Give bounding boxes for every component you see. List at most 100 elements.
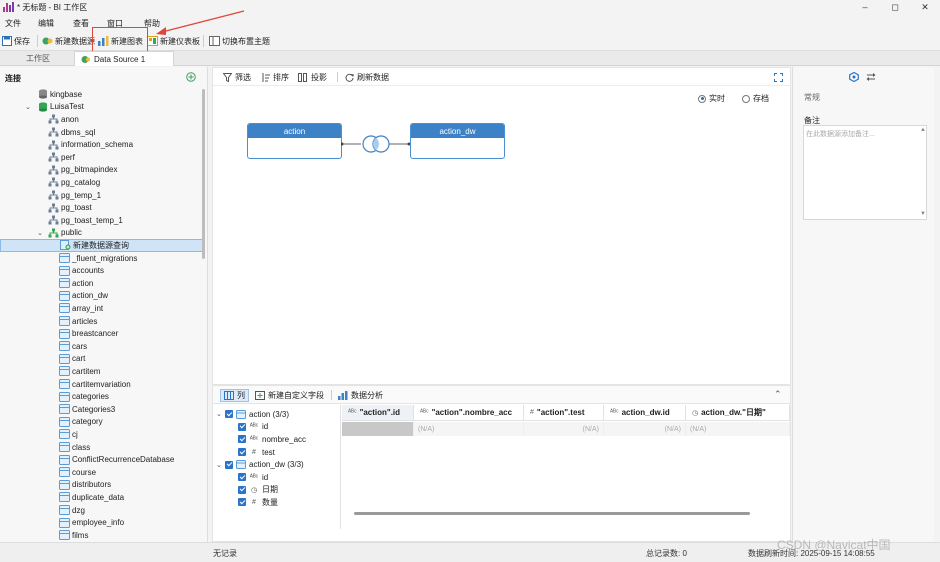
grid-horizontal-scrollbar[interactable] bbox=[354, 512, 750, 515]
connection-tree-scrollbar[interactable] bbox=[202, 89, 205, 259]
tree-item-schema[interactable]: pg_toast bbox=[0, 201, 205, 214]
swap-icon[interactable] bbox=[866, 72, 876, 82]
tree-item-schema-green[interactable]: ⌄ public bbox=[0, 227, 205, 240]
columns-tab[interactable]: 列 bbox=[220, 389, 249, 402]
tree-item-schema[interactable]: pg_bitmapindex bbox=[0, 164, 205, 177]
live-mode-radio[interactable]: 实时 bbox=[698, 93, 725, 104]
tree-item-table[interactable]: course bbox=[0, 466, 205, 479]
expand-arrow-icon[interactable]: ⌄ bbox=[36, 229, 44, 237]
notes-scroll-down-icon[interactable]: ▼ bbox=[920, 211, 926, 217]
sort-button[interactable]: 排序 bbox=[261, 72, 289, 83]
table-node-action[interactable]: action bbox=[247, 123, 342, 159]
table-node-action-dw[interactable]: action_dw bbox=[410, 123, 505, 159]
field-checkbox[interactable] bbox=[238, 498, 246, 507]
tab-datasource[interactable]: Data Source 1 bbox=[74, 51, 174, 66]
field-checkbox[interactable] bbox=[238, 422, 246, 431]
tree-item-table[interactable]: distributors bbox=[0, 479, 205, 492]
tree-item-table[interactable]: Categories3 bbox=[0, 403, 205, 416]
tree-item-table[interactable]: breastcancer bbox=[0, 327, 205, 340]
grid-data-cell[interactable]: (N/A) bbox=[524, 422, 604, 436]
tree-item-query[interactable]: 新建数据源查询 bbox=[0, 239, 205, 252]
analysis-chart-icon bbox=[338, 391, 348, 400]
tree-item-table[interactable]: articles bbox=[0, 315, 205, 328]
tree-item-table[interactable]: array_int bbox=[0, 302, 205, 315]
inner-join-icon[interactable] bbox=[341, 134, 411, 154]
filter-button[interactable]: 筛选 bbox=[223, 72, 251, 83]
menu-file[interactable]: 文件 bbox=[5, 18, 21, 29]
refresh-data-button[interactable]: 刷新数据 bbox=[345, 72, 389, 83]
grid-column-header[interactable]: ◷ action_dw."日期" bbox=[686, 405, 790, 421]
tree-item-table[interactable]: employee_info bbox=[0, 516, 205, 529]
tree-item-schema[interactable]: pg_temp_1 bbox=[0, 189, 205, 202]
tree-item-schema[interactable]: pg_catalog bbox=[0, 176, 205, 189]
tree-item-table[interactable]: _fluent_migrations bbox=[0, 252, 205, 265]
tree-item-schema[interactable]: perf bbox=[0, 151, 205, 164]
expand-arrow-icon[interactable]: ⌄ bbox=[24, 103, 32, 111]
tree-item-schema[interactable]: dbms_sql bbox=[0, 126, 205, 139]
field-checkbox[interactable] bbox=[238, 448, 246, 457]
field-row[interactable]: # 数量 bbox=[238, 496, 278, 509]
field-group-row[interactable]: ⌄ action_dw (3/3) bbox=[216, 458, 304, 471]
minimize-button[interactable]: – bbox=[850, 0, 880, 14]
tree-item-table[interactable]: action_dw bbox=[0, 290, 205, 303]
new-datasource-button[interactable]: 新建数据源 bbox=[42, 34, 95, 48]
grid-column-header[interactable]: ᴬᴮᶜ "action".id bbox=[342, 405, 414, 421]
properties-hexagon-icon[interactable] bbox=[849, 72, 859, 82]
fullscreen-icon[interactable] bbox=[774, 73, 783, 82]
tree-item-table[interactable]: duplicate_data bbox=[0, 491, 205, 504]
data-analysis-tab[interactable]: 数据分析 bbox=[335, 389, 386, 402]
grid-column-header[interactable]: ᴬᴮᶜ action_dw.id bbox=[604, 405, 686, 421]
field-group-row[interactable]: ⌄ action (3/3) bbox=[216, 408, 289, 421]
tree-item-schema[interactable]: pg_toast_temp_1 bbox=[0, 214, 205, 227]
field-row[interactable]: # test bbox=[238, 446, 275, 459]
save-button[interactable]: 保存 bbox=[2, 34, 30, 48]
tree-item-table[interactable]: cj bbox=[0, 428, 205, 441]
grid-column-header[interactable]: ᴬᴮᶜ "action".nombre_acc bbox=[414, 405, 524, 421]
field-row[interactable]: ᴬᴮᶜ nombre_acc bbox=[238, 433, 306, 446]
tree-item-table[interactable]: class bbox=[0, 441, 205, 454]
field-row[interactable]: ᴬᴮᶜ id bbox=[238, 421, 268, 434]
tree-item-table[interactable]: category bbox=[0, 416, 205, 429]
field-checkbox[interactable] bbox=[238, 473, 246, 482]
notes-textarea[interactable]: 在此数据源添加备注... ▲ ▼ bbox=[803, 125, 927, 220]
new-custom-field-tab[interactable]: 新建自定义字段 bbox=[252, 389, 327, 402]
tree-item-db-gray[interactable]: kingbase bbox=[0, 88, 205, 101]
tree-item-table[interactable]: dzg bbox=[0, 504, 205, 517]
tree-item-table[interactable]: cartitem bbox=[0, 365, 205, 378]
add-connection-icon[interactable] bbox=[186, 72, 196, 82]
tree-item-table[interactable]: accounts bbox=[0, 264, 205, 277]
tree-item-table[interactable]: cartitemvariation bbox=[0, 378, 205, 391]
tree-item-table[interactable]: films bbox=[0, 529, 205, 542]
grid-column-header[interactable]: # "action".test bbox=[524, 405, 604, 421]
field-checkbox[interactable] bbox=[225, 410, 233, 419]
tree-item-db-green[interactable]: ⌄ LuisaTest bbox=[0, 101, 205, 114]
expand-arrow-icon[interactable]: ⌄ bbox=[216, 461, 225, 469]
tree-item-table[interactable]: action bbox=[0, 277, 205, 290]
grid-data-cell[interactable]: (N/A) bbox=[604, 422, 686, 436]
grid-data-cell[interactable]: (N/A) bbox=[414, 422, 524, 436]
tab-workspace[interactable]: 工作区 bbox=[20, 51, 56, 66]
field-checkbox[interactable] bbox=[225, 460, 233, 469]
field-row[interactable]: ◷ 日期 bbox=[238, 484, 278, 497]
close-button[interactable]: ✕ bbox=[910, 0, 940, 14]
tree-item-table[interactable]: cart bbox=[0, 353, 205, 366]
project-button[interactable]: 投影 bbox=[298, 72, 327, 83]
field-checkbox[interactable] bbox=[238, 485, 246, 494]
notes-scroll-up-icon[interactable]: ▲ bbox=[920, 127, 926, 133]
expand-arrow-icon[interactable]: ⌄ bbox=[216, 410, 225, 418]
field-checkbox[interactable] bbox=[238, 435, 246, 444]
field-row[interactable]: ᴬᴮᶜ id bbox=[238, 471, 268, 484]
tree-item-table[interactable]: ConflictRecurrenceDatabase bbox=[0, 453, 205, 466]
menu-edit[interactable]: 编辑 bbox=[38, 18, 54, 29]
collapse-panel-icon[interactable]: ⌃ bbox=[774, 389, 782, 400]
maximize-button[interactable]: ◻ bbox=[880, 0, 910, 14]
menu-view[interactable]: 查看 bbox=[73, 18, 89, 29]
tree-item-table[interactable]: categories bbox=[0, 390, 205, 403]
grid-data-cell[interactable] bbox=[342, 422, 414, 436]
grid-data-cell[interactable]: (N/A) bbox=[686, 422, 790, 436]
tree-item-table[interactable]: cars bbox=[0, 340, 205, 353]
archive-mode-radio[interactable]: 存档 bbox=[742, 93, 769, 104]
tree-item-schema[interactable]: information_schema bbox=[0, 138, 205, 151]
datasource-canvas[interactable]: 筛选 排序 投影 刷新数据 实时 存档 action action_dw bbox=[212, 67, 791, 385]
tree-item-schema[interactable]: anon bbox=[0, 113, 205, 126]
